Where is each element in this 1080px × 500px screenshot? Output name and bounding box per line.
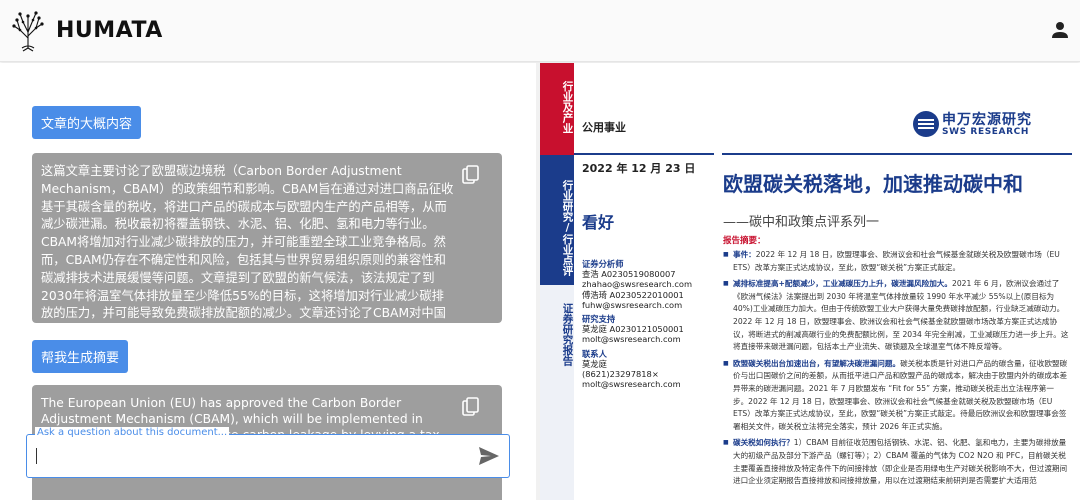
- copy-icon[interactable]: [462, 397, 480, 417]
- bullet-lead: 事件：: [733, 250, 756, 259]
- report-sector: 公用事业: [582, 121, 626, 134]
- report-date: 2022 年 12 月 23 日: [582, 162, 696, 175]
- user-message-1[interactable]: 文章的大概内容: [32, 106, 142, 139]
- chat-panel: 文章的大概内容 这篇文章主要讨论了欧盟碳边境税（Carbon Border Ad…: [0, 63, 540, 500]
- analyst-group: 证券分析师 查浩 A0230519080007 zhahao@swsresear…: [582, 259, 710, 310]
- tree-logo-icon: [12, 11, 44, 52]
- side-label-industry: 行业及产业: [561, 81, 574, 134]
- analyst-line: (8621)23297818×: [582, 369, 659, 380]
- user-account-icon[interactable]: [1048, 18, 1072, 42]
- side-label-review: 行业研究/行业点评: [561, 180, 574, 276]
- send-icon[interactable]: [478, 446, 500, 466]
- analyst-label: 证券分析师: [582, 259, 624, 269]
- input-label: Ask a question about this document...: [35, 427, 230, 439]
- analyst-line: 查浩 A0230519080007: [582, 269, 676, 280]
- bullet-text: 2021 年 6 月，欧洲议会通过了《欧洲气候法》法案提出到 2030 年将温室…: [733, 279, 1069, 352]
- app-header: HUMATA: [0, 0, 1080, 62]
- title-rule: [722, 153, 1072, 155]
- bullet-text: 碳关税本质是针对进口产品的碳含量，征收欧盟碳价与出口国碳价之间的差额，从而抵平进…: [733, 358, 1068, 431]
- text-cursor: [36, 448, 37, 464]
- summary-bullet: 减排标准提高+配额减少，工业减碳压力上升，碳泄漏风险加大。2021 年 6 月，…: [723, 278, 1069, 354]
- side-label-report: 证券研究报告: [561, 303, 574, 366]
- bullet-lead: 欧盟碳关税出台加速出台，有望解决碳泄漏问题。: [733, 358, 901, 368]
- question-input-box[interactable]: Ask a question about this document...: [26, 427, 510, 478]
- document-viewer[interactable]: 行业及产业 行业研究/行业点评 证券研究报告 公用事业 2022 年 12 月 …: [540, 63, 1080, 500]
- brand-mark-icon: [913, 111, 939, 137]
- summary-bullet: 碳关税如何执行？1）CBAM 目前征收范围包括钢铁、水泥、铝、化肥、氢和电力，主…: [723, 437, 1069, 487]
- analyst-line: molt@swsresearch.com: [582, 379, 681, 390]
- brand-logo: 申万宏源研究 SWS RESEARCH: [912, 109, 1058, 141]
- analyst-line: fuhw@swsresearch.com: [582, 299, 683, 310]
- report-subtitle: ——碳中和政策点评系列一: [723, 215, 880, 230]
- report-title: 欧盟碳关税落地，加速推动碳中和: [723, 172, 1023, 196]
- copy-icon[interactable]: [462, 165, 480, 185]
- question-input[interactable]: [35, 445, 465, 467]
- brand-name-en: SWS RESEARCH: [942, 127, 1029, 137]
- analyst-block: 证券分析师 查浩 A0230519080007 zhahao@swsresear…: [582, 259, 710, 389]
- assistant-answer-1: 这篇文章主要讨论了欧盟碳边境税（Carbon Border Adjustment…: [32, 153, 502, 338]
- summary-bullet: 欧盟碳关税出台加速出台，有望解决碳泄漏问题。碳关税本质是针对进口产品的碳含量，征…: [723, 358, 1069, 434]
- brand-name-cn: 申万宏源研究: [942, 112, 1032, 128]
- analyst-label: 联系人: [582, 348, 607, 359]
- bullet-lead: 减排标准提高+配额减少，工业减碳压力上升，碳泄漏风险加大。: [733, 279, 952, 289]
- bullet-text: 2022 年 12 月 18 日，欧盟理事会、欧洲议会和社会气候基金就碳关税及欧…: [733, 250, 1060, 272]
- analyst-group: 研究支持 莫龙庭 A0230121050001 molt@swsresearch…: [582, 314, 710, 345]
- analyst-line: zhahao@swsresearch.com: [582, 279, 693, 290]
- summary-bullets: 事件：2022 年 12 月 18 日，欧盟理事会、欧洲议会和社会气候基金就碳关…: [723, 249, 1069, 492]
- answer-text: 这篇文章主要讨论了欧盟碳边境税（Carbon Border Adjustment…: [41, 164, 454, 339]
- summary-bullet: 事件：2022 年 12 月 18 日，欧盟理事会、欧洲议会和社会气候基金就碳关…: [723, 249, 1069, 274]
- left-rule: [574, 153, 714, 155]
- analyst-group: 联系人 莫龙庭 (8621)23297818× molt@swsresearch…: [582, 349, 710, 390]
- analyst-line: 傅浩琦 A0230522010001: [582, 289, 684, 300]
- report-side-band: 行业及产业 行业研究/行业点评 证券研究报告: [540, 63, 574, 500]
- analyst-label: 研究支持: [582, 314, 616, 325]
- logo[interactable]: HUMATA: [6, 8, 163, 52]
- analyst-line: 莫龙庭: [582, 358, 607, 369]
- bullet-lead: 碳关税如何执行？: [733, 438, 794, 448]
- report-rating: 看好: [582, 213, 615, 232]
- summary-heading: 报告摘要：: [723, 236, 766, 246]
- analyst-line: molt@swsresearch.com: [582, 334, 681, 345]
- app-name: HUMATA: [56, 17, 163, 43]
- analyst-line: 莫龙庭 A0230121050001: [582, 324, 684, 335]
- user-message-2[interactable]: 帮我生成摘要: [32, 340, 129, 373]
